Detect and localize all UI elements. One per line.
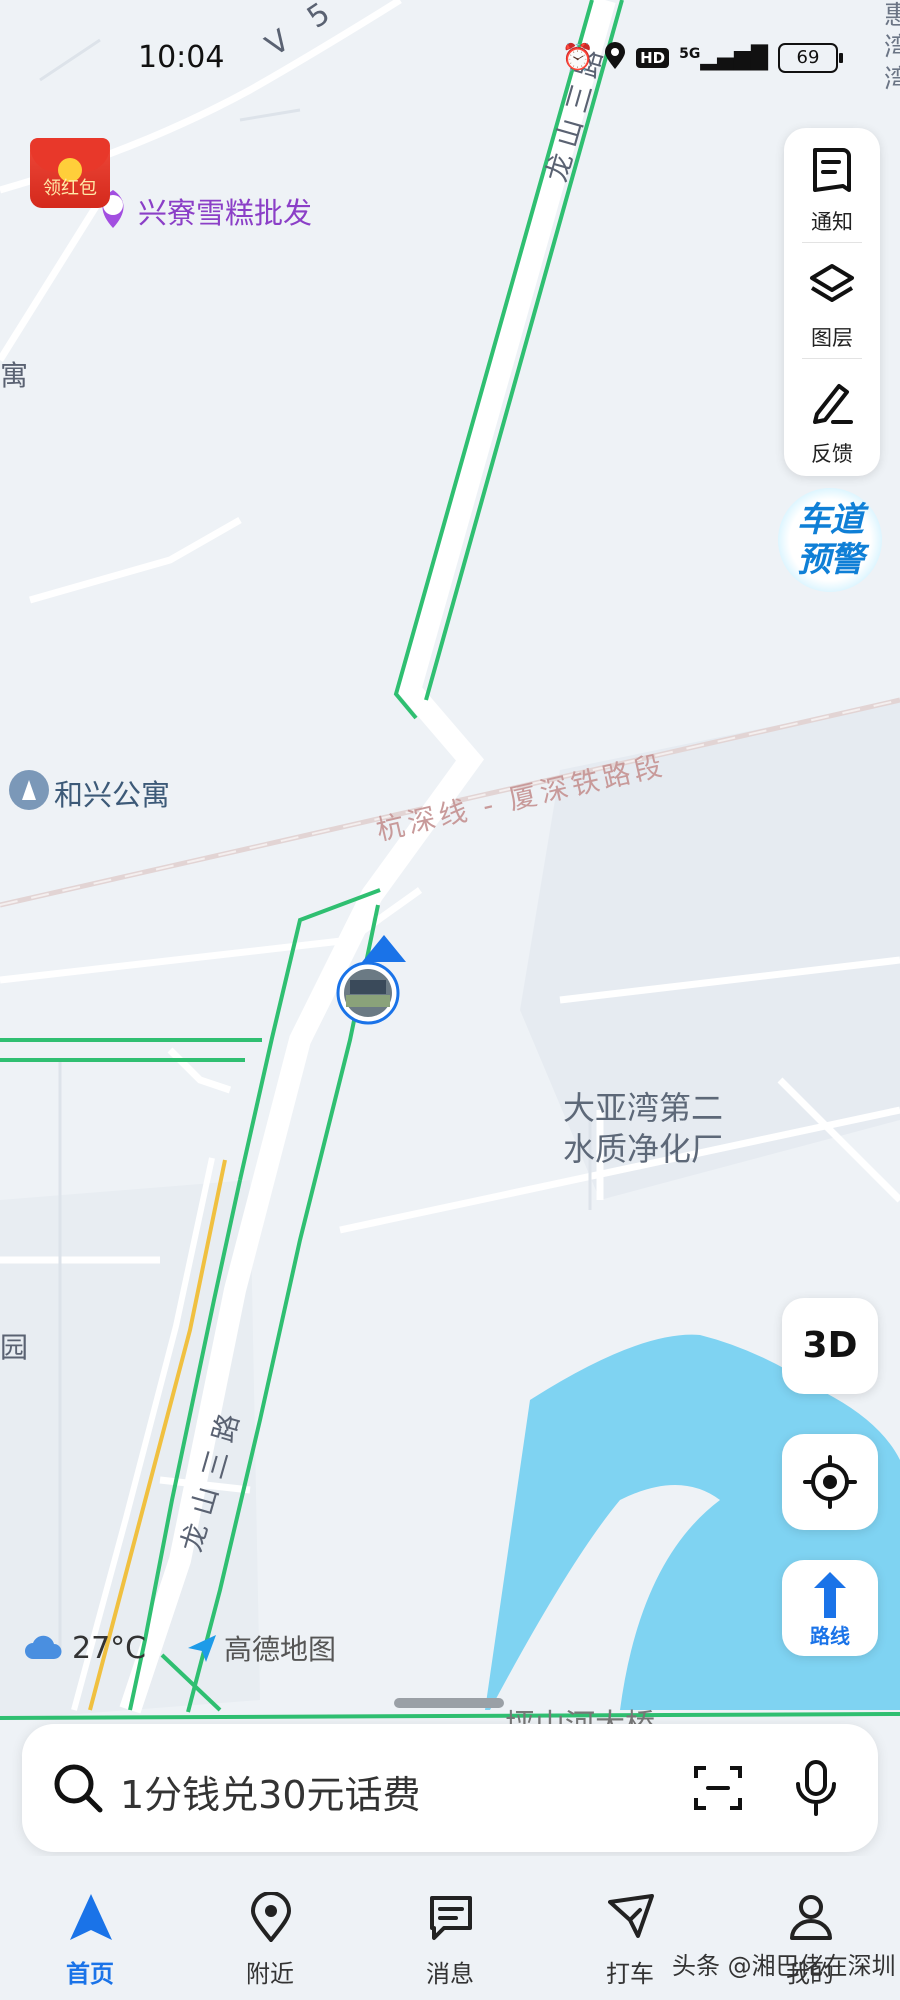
- location-icon: [604, 42, 626, 74]
- layers-icon: [810, 264, 854, 302]
- lane-warning-line1: 车道: [797, 500, 864, 540]
- pin-icon: [250, 1892, 292, 1942]
- layers-label: 图层: [811, 326, 853, 350]
- nav-home[interactable]: 首页: [30, 1872, 150, 1988]
- divider: [802, 242, 862, 243]
- notice-icon: [813, 148, 851, 192]
- map-tool-panel: 通知 图层 反馈: [784, 128, 880, 476]
- alarm-icon: ⏰: [561, 43, 595, 73]
- search-input[interactable]: 1分钱兑30元话费: [120, 1764, 421, 1819]
- route-button[interactable]: 路线: [782, 1560, 878, 1656]
- cloud-icon: [25, 1635, 62, 1659]
- message-icon: [430, 1896, 472, 1940]
- 5g-signal-icon: 5G▂▄▆█: [679, 45, 768, 71]
- crosshair-icon: [803, 1455, 857, 1509]
- route-label: 路线: [810, 1624, 850, 1648]
- search-icon: [54, 1764, 103, 1813]
- feedback-label: 反馈: [811, 442, 853, 466]
- status-time: 10:04: [138, 40, 225, 75]
- locate-button[interactable]: [782, 1434, 878, 1530]
- amap-logo-icon: [188, 1635, 216, 1662]
- layers-button[interactable]: 图层: [784, 244, 880, 356]
- notice-label: 通知: [811, 210, 853, 234]
- lane-warning-button[interactable]: 车道 预警: [778, 488, 882, 592]
- taxi-arrow-icon: [608, 1894, 654, 1938]
- nav-nearby[interactable]: 附近: [210, 1872, 330, 1988]
- user-icon: [790, 1895, 832, 1940]
- hd-icon: HD: [636, 48, 670, 68]
- map-label-edge-left-top: 寓: [0, 359, 29, 392]
- red-packet-button[interactable]: 领红包: [24, 128, 116, 212]
- nav-messages-label: 消息: [426, 1960, 474, 1988]
- map-label-poi-apartment[interactable]: 和兴公寓: [54, 772, 170, 814]
- nav-nearby-label: 附近: [246, 1960, 294, 1988]
- microphone-icon[interactable]: [794, 1760, 838, 1816]
- map-label-poi-shop[interactable]: 兴寮雪糕批发: [138, 190, 312, 232]
- watermark-brand: XIZI: [730, 1812, 828, 1858]
- amap-logo-text: 高德地图: [224, 1633, 337, 1666]
- map-label-plant-line1[interactable]: 大亚湾第二: [563, 1083, 723, 1129]
- status-bar: 10:04 ⏰ HD 5G▂▄▆█ 69: [0, 30, 900, 86]
- watermark-text: 头条 @湘巴佬在深圳: [672, 1952, 896, 1980]
- weather-widget[interactable]: 27°C: [24, 1628, 146, 1668]
- route-arrow-icon: [814, 1572, 846, 1618]
- nav-home-label: 首页: [66, 1960, 114, 1988]
- scan-icon[interactable]: [692, 1762, 744, 1814]
- navigate-arrow-icon: [70, 1894, 112, 1940]
- notice-button[interactable]: 通知: [784, 128, 880, 240]
- red-packet-label: 领红包: [43, 178, 97, 199]
- nav-messages[interactable]: 消息: [390, 1872, 510, 1988]
- map-label-plant-line2[interactable]: 水质净化厂: [563, 1124, 723, 1170]
- status-icons: ⏰ HD 5G▂▄▆█ 69: [561, 42, 843, 74]
- map-drag-handle[interactable]: [394, 1698, 504, 1708]
- feedback-button[interactable]: 反馈: [784, 360, 880, 472]
- poi-apartment-pin[interactable]: [9, 770, 49, 810]
- amap-logo: 高德地图: [186, 1628, 336, 1668]
- divider: [802, 358, 862, 359]
- map-label-edge-left-bottom: 园: [0, 1331, 29, 1364]
- temperature: 27°C: [72, 1630, 147, 1666]
- 3d-view-button[interactable]: 3D: [782, 1298, 878, 1394]
- lane-warning-line2: 预警: [797, 540, 864, 580]
- feedback-edit-icon: [813, 384, 853, 424]
- battery-icon: 69: [778, 43, 843, 73]
